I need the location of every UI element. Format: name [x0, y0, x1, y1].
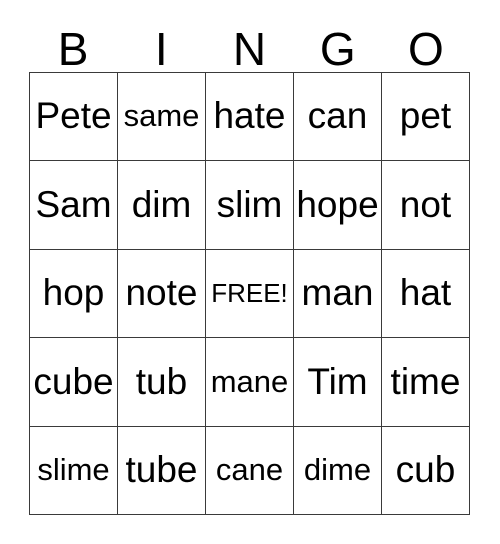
bingo-cell-n5[interactable]: cane	[206, 426, 294, 516]
bingo-row: Pete same hate can pet	[30, 73, 470, 162]
bingo-cell-label: cub	[395, 448, 456, 490]
bingo-cell-g2[interactable]: hope	[294, 161, 382, 250]
bingo-cell-g3[interactable]: man	[294, 249, 382, 339]
bingo-cell-label: time	[390, 360, 461, 402]
bingo-cell-g1[interactable]: can	[294, 73, 382, 162]
bingo-cell-o2[interactable]: not	[382, 161, 470, 250]
bingo-cell-i1[interactable]: same	[118, 73, 206, 162]
bingo-cell-label: hat	[399, 272, 452, 314]
bingo-cell-label: hope	[296, 183, 379, 225]
bingo-cell-o5[interactable]: cub	[382, 426, 470, 516]
bingo-cell-label: slim	[216, 183, 283, 225]
bingo-cell-label: hate	[213, 95, 286, 137]
bingo-card: B I N G O Pete same hate can pet Sam dim…	[0, 0, 500, 544]
bingo-cell-b3[interactable]: hop	[30, 249, 118, 339]
bingo-cell-label: can	[307, 95, 368, 137]
bingo-cell-g4[interactable]: Tim	[294, 338, 382, 427]
bingo-row: hop note FREE! man hat	[30, 249, 470, 339]
bingo-cell-label: tube	[125, 448, 198, 490]
free-space-label: FREE!	[211, 277, 288, 308]
bingo-header-row: B I N G O	[29, 22, 470, 72]
bingo-cell-o3[interactable]: hat	[382, 249, 470, 339]
header-letter-o: O	[408, 23, 444, 75]
bingo-row: slime tube cane dime cub	[30, 426, 470, 516]
bingo-cell-label: dim	[131, 183, 192, 225]
bingo-row: cube tub mane Tim time	[30, 338, 470, 427]
bingo-cell-n1[interactable]: hate	[206, 73, 294, 162]
bingo-cell-i5[interactable]: tube	[118, 426, 206, 516]
bingo-cell-label: dime	[303, 452, 372, 488]
bingo-cell-label: cube	[33, 360, 114, 402]
bingo-cell-label: Pete	[35, 95, 112, 137]
header-letter-b: B	[57, 23, 89, 75]
bingo-cell-label: mane	[210, 363, 289, 399]
bingo-cell-n2[interactable]: slim	[206, 161, 294, 250]
bingo-cell-i4[interactable]: tub	[118, 338, 206, 427]
bingo-row: Sam dim slim hope not	[30, 161, 470, 250]
bingo-cell-label: man	[301, 272, 374, 314]
bingo-cell-label: cane	[215, 452, 284, 488]
bingo-cell-g5[interactable]: dime	[294, 426, 382, 516]
bingo-cell-label: hop	[42, 272, 105, 314]
header-letter-n: N	[232, 23, 267, 75]
bingo-cell-o1[interactable]: pet	[382, 73, 470, 162]
bingo-cell-label: Tim	[307, 360, 368, 402]
bingo-cell-o4[interactable]: time	[382, 338, 470, 427]
bingo-cell-label: not	[399, 183, 452, 225]
header-letter-i: I	[154, 23, 168, 75]
bingo-cell-b5[interactable]: slime	[30, 426, 118, 516]
bingo-cell-label: note	[125, 272, 198, 314]
bingo-cell-i2[interactable]: dim	[118, 161, 206, 250]
bingo-cell-i3[interactable]: note	[118, 249, 206, 339]
bingo-cell-free-space[interactable]: FREE!	[206, 249, 294, 339]
bingo-cell-label: pet	[399, 95, 452, 137]
bingo-cell-b1[interactable]: Pete	[30, 73, 118, 162]
bingo-cell-b2[interactable]: Sam	[30, 161, 118, 250]
bingo-cell-label: Sam	[35, 183, 112, 225]
header-letter-g: G	[319, 23, 356, 75]
bingo-cell-n4[interactable]: mane	[206, 338, 294, 427]
bingo-cell-b4[interactable]: cube	[30, 338, 118, 427]
bingo-grid: Pete same hate can pet Sam dim slim hope…	[29, 72, 470, 516]
bingo-cell-label: same	[123, 98, 200, 134]
bingo-cell-label: tub	[135, 360, 188, 402]
bingo-cell-label: slime	[37, 452, 110, 488]
